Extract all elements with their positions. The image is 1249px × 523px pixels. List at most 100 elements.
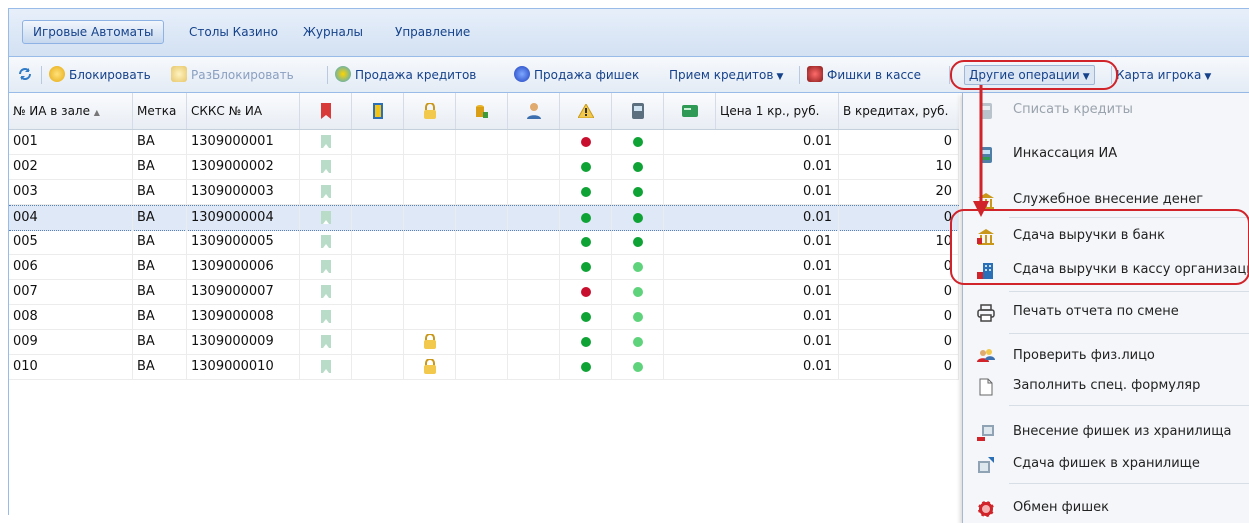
menu-item-collection[interactable]: Инкассация ИА	[963, 139, 1249, 169]
chips-icon	[514, 66, 530, 82]
column-header-coins[interactable]	[456, 93, 508, 129]
cell-slot-no: 006	[9, 255, 133, 279]
column-header-terminal[interactable]	[664, 93, 716, 129]
cell-status	[508, 305, 560, 329]
lock-icon	[424, 103, 436, 119]
column-header-warning[interactable]	[560, 93, 612, 129]
refresh-button[interactable]	[17, 66, 33, 84]
cell-status	[508, 355, 560, 379]
column-header-price[interactable]: Цена 1 кр., руб.	[716, 93, 839, 129]
tab-management[interactable]: Управление	[385, 20, 480, 44]
column-header-label: № ИА в зале	[13, 104, 90, 118]
menu-item-label: Сдача фишек в хранилище	[1013, 456, 1200, 471]
casino-chip-icon	[977, 500, 995, 518]
cell-status	[612, 230, 664, 254]
cell-status	[404, 130, 456, 154]
chips-in-cash-button[interactable]: Фишки в кассе	[807, 66, 921, 84]
table-row[interactable]: 001 ВА 1309000001 0.01 0	[9, 130, 959, 155]
player-card-dropdown[interactable]: Карта игрока ▼	[1116, 66, 1211, 84]
cell-status	[404, 155, 456, 179]
cell-status	[612, 330, 664, 354]
column-header-slot-no[interactable]: № ИА в зале ▲	[9, 93, 133, 129]
status-dot-icon	[633, 187, 643, 197]
cell-status	[404, 230, 456, 254]
menu-item-chip-exchange[interactable]: Обмен фишек	[963, 493, 1249, 523]
table-row[interactable]: 010 ВА 1309000010 0.01 0	[9, 355, 959, 380]
block-button[interactable]: Блокировать	[49, 66, 151, 84]
cell-price: 0.01	[716, 230, 839, 254]
table-row[interactable]: 004 ВА 1309000004 0.01 0	[9, 205, 959, 231]
chevron-down-icon: ▼	[776, 72, 784, 82]
menu-item-fill-special-form[interactable]: Заполнить спец. формуляр	[963, 371, 1249, 401]
column-header-person[interactable]	[508, 93, 560, 129]
menu-item-write-off-credits[interactable]: Списать кредиты	[963, 95, 1249, 125]
person-icon	[527, 103, 541, 119]
cell-bookmark	[300, 206, 352, 230]
table-row[interactable]: 003 ВА 1309000003 0.01 20	[9, 180, 959, 205]
status-dot-icon	[581, 213, 591, 223]
column-header-credits[interactable]: В кредитах, руб.	[839, 93, 959, 129]
block-label: Блокировать	[69, 68, 151, 82]
cell-status	[456, 206, 508, 230]
tab-slot-machines[interactable]: Игровые Автоматы	[22, 20, 165, 44]
menu-item-print-shift-report[interactable]: Печать отчета по смене	[963, 297, 1249, 327]
unblock-label: РазБлокировать	[191, 68, 294, 82]
column-header-lock[interactable]	[404, 93, 456, 129]
chevron-down-icon: ▼	[1204, 72, 1212, 82]
lock-icon	[424, 359, 436, 374]
player-card-label: Карта игрока	[1116, 68, 1202, 82]
cell-skks: 1309000003	[187, 180, 300, 204]
table-row[interactable]: 006 ВА 1309000006 0.01 0	[9, 255, 959, 280]
bookmark-icon	[321, 211, 331, 224]
cell-mark: ВА	[133, 305, 187, 329]
cell-status	[456, 305, 508, 329]
vault-in-icon	[977, 425, 994, 441]
column-header-bookmark[interactable]	[300, 93, 352, 129]
cell-skks: 1309000008	[187, 305, 300, 329]
cell-status	[612, 130, 664, 154]
sell-credits-button[interactable]: Продажа кредитов	[335, 66, 476, 84]
column-header-mark[interactable]: Метка	[133, 93, 187, 129]
cell-skks: 1309000009	[187, 330, 300, 354]
status-dot-icon	[581, 187, 591, 197]
cell-skks: 1309000006	[187, 255, 300, 279]
unblock-button[interactable]: РазБлокировать	[171, 66, 294, 84]
cell-price: 0.01	[716, 280, 839, 304]
column-header-skks[interactable]: СККС № ИА	[187, 93, 300, 129]
cell-skks: 1309000002	[187, 155, 300, 179]
table-row[interactable]: 008 ВА 1309000008 0.01 0	[9, 305, 959, 330]
cell-status	[612, 155, 664, 179]
column-header-door[interactable]	[352, 93, 404, 129]
cell-credits: 0	[839, 280, 959, 304]
cell-credits: 10	[839, 155, 959, 179]
cell-status	[352, 155, 404, 179]
table-row[interactable]: 009 ВА 1309000009 0.01 0	[9, 330, 959, 355]
menu-item-chips-to-vault[interactable]: Сдача фишек в хранилище	[963, 449, 1249, 479]
table-row[interactable]: 002 ВА 1309000002 0.01 10	[9, 155, 959, 180]
cell-bookmark	[300, 130, 352, 154]
cell-bookmark	[300, 355, 352, 379]
cell-status	[508, 255, 560, 279]
status-dot-icon	[633, 337, 643, 347]
refresh-icon	[19, 68, 31, 80]
cell-slot-no: 002	[9, 155, 133, 179]
cell-status	[508, 280, 560, 304]
tab-casino-tables[interactable]: Столы Казино	[179, 20, 288, 44]
cell-bookmark	[300, 255, 352, 279]
cell-status	[352, 206, 404, 230]
cell-status	[404, 305, 456, 329]
menu-item-chips-from-vault[interactable]: Внесение фишек из хранилища	[963, 417, 1249, 447]
menu-separator	[1009, 483, 1249, 484]
table-row[interactable]: 007 ВА 1309000007 0.01 0	[9, 280, 959, 305]
app-window: Игровые Автоматы Столы Казино Журналы Уп…	[8, 8, 1249, 523]
bookmark-icon	[321, 135, 331, 148]
sell-chips-button[interactable]: Продажа фишек	[514, 66, 639, 84]
receive-credits-dropdown[interactable]: Прием кредитов ▼	[669, 66, 783, 84]
column-header-machine[interactable]	[612, 93, 664, 129]
bookmark-icon	[321, 335, 331, 348]
cell-status	[456, 255, 508, 279]
cell-price: 0.01	[716, 255, 839, 279]
table-row[interactable]: 005 ВА 1309000005 0.01 10	[9, 230, 959, 255]
tab-journals[interactable]: Журналы	[293, 20, 373, 44]
menu-item-check-person[interactable]: Проверить физ.лицо	[963, 341, 1249, 371]
